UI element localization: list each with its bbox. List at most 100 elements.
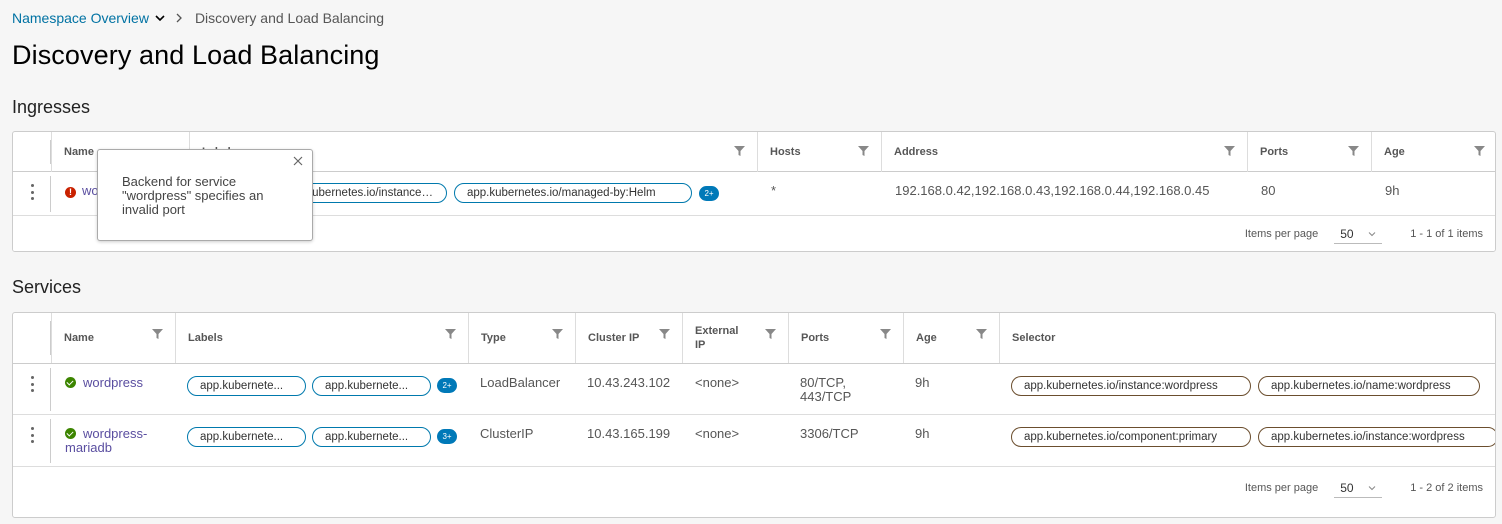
- filter-icon[interactable]: [1348, 146, 1359, 156]
- divider: [50, 176, 51, 212]
- age-cell: 9h: [915, 375, 930, 390]
- label-pill[interactable]: app.kubernete...: [312, 376, 431, 396]
- column-header-external-ip[interactable]: External IP: [682, 313, 788, 363]
- column-header-age[interactable]: Age: [1371, 132, 1495, 172]
- cluster-ip-cell: 10.43.243.102: [587, 375, 671, 390]
- column-label: Hosts: [770, 146, 801, 158]
- pagination-range: 1 - 2 of 2 items: [1410, 482, 1483, 494]
- row-actions-kebab[interactable]: [27, 426, 37, 444]
- type-cell: ClusterIP: [480, 426, 534, 441]
- column-label: Address: [894, 146, 939, 158]
- ingresses-title: Ingresses: [12, 97, 91, 117]
- column-label: Ports: [1260, 146, 1289, 158]
- hosts-cell: *: [771, 183, 777, 198]
- error-icon[interactable]: !: [65, 187, 76, 198]
- label-pill[interactable]: app.kubernete...: [187, 376, 306, 396]
- table-row: wordpress-mariadb app.kubernete... app.k…: [13, 415, 1495, 467]
- column-label: Ports: [801, 332, 830, 344]
- filter-icon[interactable]: [880, 329, 891, 339]
- services-title: Services: [12, 277, 82, 297]
- services-grid: Name Labels Type Cluster IP External IP …: [12, 312, 1496, 518]
- selector-pill[interactable]: app.kubernetes.io/name:wordpress: [1258, 376, 1480, 396]
- filter-icon[interactable]: [765, 329, 776, 339]
- chevron-down-icon[interactable]: [153, 11, 167, 25]
- ports-cell: 80/TCP, 443/TCP: [800, 375, 852, 404]
- service-name-cell: wordpress-mariadb: [53, 427, 163, 455]
- column-header-cluster-ip[interactable]: Cluster IP: [575, 313, 682, 363]
- more-labels-badge[interactable]: 2+: [437, 378, 457, 393]
- column-label: Age: [916, 332, 937, 344]
- tooltip-text: Backend for service "wordpress" specifie…: [122, 174, 264, 217]
- service-name-link[interactable]: wordpress: [83, 375, 143, 390]
- age-cell: 9h: [915, 426, 930, 441]
- column-header-age[interactable]: Age: [903, 313, 999, 363]
- column-label: Type: [481, 332, 506, 344]
- column-header-selector[interactable]: Selector: [999, 313, 1495, 363]
- filter-icon[interactable]: [858, 146, 869, 156]
- column-label: Name: [64, 146, 94, 158]
- services-header: Name Labels Type Cluster IP External IP …: [13, 313, 1495, 364]
- service-name-cell: wordpress: [53, 376, 143, 390]
- column-label: Name: [64, 332, 94, 344]
- filter-icon[interactable]: [1224, 146, 1235, 156]
- cluster-ip-cell: 10.43.165.199: [587, 426, 671, 441]
- filter-icon[interactable]: [152, 329, 163, 339]
- filter-icon[interactable]: [445, 329, 456, 339]
- external-ip-cell: <none>: [695, 426, 740, 441]
- success-icon: [65, 377, 76, 388]
- divider: [50, 419, 51, 463]
- items-per-page-label: Items per page: [1244, 228, 1319, 240]
- column-header-name[interactable]: Name: [51, 313, 175, 363]
- table-row: wordpress app.kubernete... app.kubernete…: [13, 364, 1495, 415]
- chevron-right-icon: [176, 13, 182, 23]
- external-ip-cell: <none>: [695, 375, 740, 390]
- column-header-ports[interactable]: Ports: [788, 313, 903, 363]
- success-icon: [65, 428, 76, 439]
- column-header-hosts[interactable]: Hosts: [757, 132, 881, 172]
- label-pill[interactable]: app.kubernetes.io/managed-by:Helm: [454, 183, 692, 203]
- more-labels-badge[interactable]: 2+: [699, 186, 719, 201]
- type-cell: LoadBalancer: [480, 375, 561, 390]
- column-header-address[interactable]: Address: [881, 132, 1247, 172]
- items-per-page-label: Items per page: [1244, 482, 1319, 494]
- chevron-down-icon: [1368, 485, 1376, 490]
- page-title: Discovery and Load Balancing: [12, 40, 380, 70]
- filter-icon[interactable]: [976, 329, 987, 339]
- age-cell: 9h: [1385, 183, 1400, 198]
- items-per-page-select[interactable]: 50: [1334, 224, 1383, 244]
- ports-cell: 80: [1261, 183, 1276, 198]
- error-tooltip: Backend for service "wordpress" specifie…: [97, 149, 313, 241]
- pagination-range: 1 - 1 of 1 items: [1410, 228, 1483, 240]
- filter-icon[interactable]: [1474, 146, 1485, 156]
- selector-pill[interactable]: app.kubernetes.io/instance:wordpress: [1258, 427, 1495, 447]
- filter-icon[interactable]: [659, 329, 670, 339]
- selector-pill[interactable]: app.kubernetes.io/component:primary: [1011, 427, 1251, 447]
- label-pill[interactable]: app.kubernete...: [312, 427, 431, 447]
- row-actions-kebab[interactable]: [27, 183, 37, 201]
- column-header-type[interactable]: Type: [468, 313, 575, 363]
- row-actions-kebab[interactable]: [27, 375, 37, 393]
- close-icon[interactable]: [293, 156, 303, 166]
- breadcrumb: Namespace Overview Discovery and Load Ba…: [12, 10, 384, 26]
- breadcrumb-namespace-overview[interactable]: Namespace Overview: [12, 10, 149, 26]
- column-label: Labels: [188, 332, 223, 344]
- column-label: Selector: [1012, 332, 1056, 344]
- items-per-page-value: 50: [1340, 480, 1354, 495]
- filter-icon[interactable]: [734, 146, 745, 156]
- divider: [50, 368, 51, 411]
- filter-icon[interactable]: [552, 329, 563, 339]
- label-pill[interactable]: app.kubernete...: [187, 427, 306, 447]
- more-labels-badge[interactable]: 3+: [437, 429, 457, 444]
- column-header-labels[interactable]: Labels: [175, 313, 468, 363]
- selector-pill[interactable]: app.kubernetes.io/instance:wordpress: [1011, 376, 1251, 396]
- divider: [50, 140, 51, 164]
- items-per-page-value: 50: [1340, 226, 1354, 241]
- address-cell: 192.168.0.42,192.168.0.43,192.168.0.44,1…: [895, 183, 1210, 198]
- column-label: Cluster IP: [588, 332, 640, 344]
- column-header-ports[interactable]: Ports: [1247, 132, 1371, 172]
- services-pagination: Items per page 50 1 - 2 of 2 items: [13, 467, 1495, 509]
- service-name-link[interactable]: wordpress-mariadb: [65, 426, 147, 455]
- items-per-page-select[interactable]: 50: [1334, 478, 1383, 498]
- column-label: External IP: [695, 325, 739, 351]
- ports-cell: 3306/TCP: [800, 426, 859, 441]
